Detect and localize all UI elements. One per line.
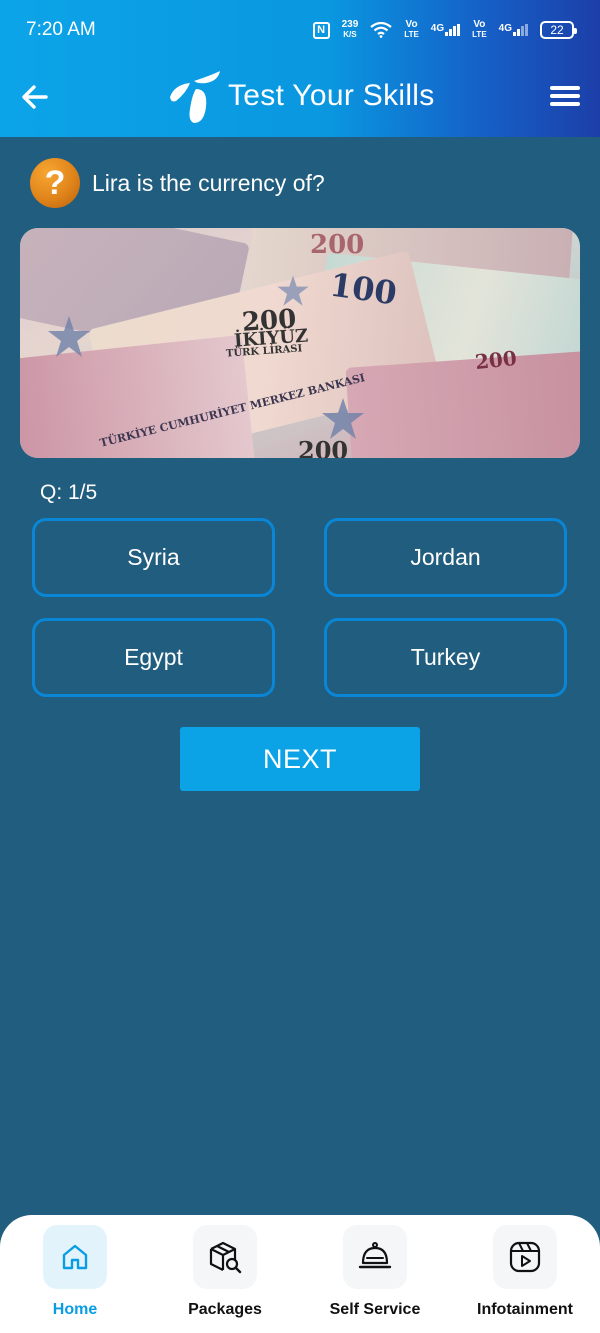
- network-speed-unit: K/S: [343, 30, 357, 39]
- nav-icon-container: [43, 1225, 107, 1289]
- menu-button[interactable]: [548, 82, 582, 112]
- sim1-volte-bottom: LTE: [404, 30, 419, 39]
- battery-icon: 22: [540, 21, 577, 39]
- menu-line: [550, 94, 580, 98]
- option-button-jordan[interactable]: Jordan: [324, 518, 567, 597]
- menu-line: [550, 86, 580, 90]
- question-mark-icon: ?: [30, 158, 80, 208]
- banknote: [345, 348, 580, 458]
- nav-item-home[interactable]: Home: [0, 1225, 150, 1325]
- page-title: Test Your Skills: [228, 79, 435, 112]
- header: 7:20 AM N 239 K/S Vo LTE 4G Vo LTE 4G 22…: [0, 0, 600, 137]
- network-speed-value: 239: [341, 19, 359, 30]
- note-denomination: 200: [473, 345, 518, 375]
- nav-label: Self Service: [329, 1301, 421, 1318]
- question-row: ? Lira is the currency of?: [30, 158, 325, 208]
- network-speed: 239 K/S: [342, 20, 359, 40]
- bottom-nav: Home Packages Self Service Infotainment: [0, 1215, 600, 1333]
- question-counter: Q: 1/5: [40, 481, 98, 504]
- nav-label: Packages: [188, 1301, 262, 1318]
- note-denomination: 200: [310, 230, 365, 260]
- option-button-turkey[interactable]: Turkey: [324, 618, 567, 697]
- status-icons: N 239 K/S Vo LTE 4G Vo LTE 4G 22: [312, 20, 577, 40]
- status-time: 7:20 AM: [26, 19, 96, 40]
- signal-bars-icon: [513, 24, 528, 36]
- option-button-syria[interactable]: Syria: [32, 518, 275, 597]
- sim2-volte: Vo LTE: [472, 20, 487, 40]
- option-button-egypt[interactable]: Egypt: [32, 618, 275, 697]
- nav-icon-container: [193, 1225, 257, 1289]
- sim1-volte: Vo LTE: [404, 20, 419, 40]
- brand: Test Your Skills: [166, 64, 435, 128]
- sim2-volte-top: Vo: [473, 19, 486, 30]
- sim1-signal: 4G: [430, 23, 461, 36]
- next-button[interactable]: NEXT: [180, 727, 420, 791]
- package-search-icon: [209, 1241, 242, 1274]
- nav-label: Home: [52, 1301, 98, 1318]
- sim2-signal: 4G: [499, 24, 528, 36]
- sim1-volte-top: Vo: [405, 19, 418, 30]
- nfc-icon: N: [312, 21, 330, 39]
- nav-icon-container: [493, 1225, 557, 1289]
- sim1-gen: 4G: [430, 23, 445, 34]
- sim2-volte-bottom: LTE: [472, 30, 487, 39]
- service-bell-icon: [358, 1242, 392, 1269]
- app-bar: Test Your Skills: [0, 60, 600, 137]
- sim2-gen: 4G: [498, 23, 512, 34]
- nav-item-infotainment[interactable]: Infotainment: [450, 1225, 600, 1325]
- nav-item-self-service[interactable]: Self Service: [300, 1225, 450, 1325]
- wifi-icon: [370, 22, 392, 38]
- arrow-left-icon: [22, 85, 48, 109]
- signal-bars-icon: [445, 24, 461, 36]
- telenor-logo-icon: [170, 71, 220, 123]
- question-text: Lira is the currency of?: [92, 169, 325, 196]
- nav-icon-container: [343, 1225, 407, 1289]
- star-icon: [277, 275, 309, 306]
- status-bar: 7:20 AM N 239 K/S Vo LTE 4G Vo LTE 4G 22: [0, 0, 600, 60]
- nav-item-packages[interactable]: Packages: [150, 1225, 300, 1325]
- nav-label: Infotainment: [477, 1301, 573, 1318]
- back-button[interactable]: [18, 80, 52, 114]
- star-icon: [322, 398, 364, 439]
- home-icon: [62, 1244, 88, 1270]
- star-icon: [48, 316, 90, 357]
- menu-line: [550, 102, 580, 106]
- video-play-icon: [509, 1241, 541, 1273]
- currency-image: 200 100 200 İKİYÜZ TÜRK LİRASI TÜRKİYE C…: [20, 228, 580, 458]
